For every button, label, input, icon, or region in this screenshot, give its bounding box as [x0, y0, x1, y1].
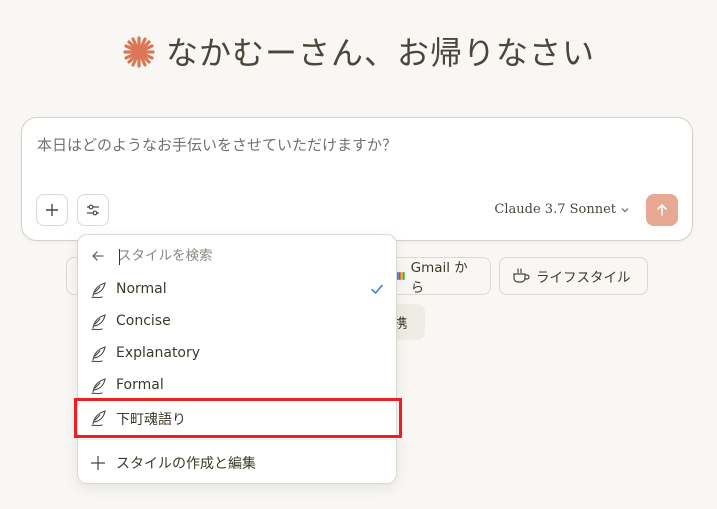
- sliders-icon: [87, 204, 99, 216]
- menu-divider: [78, 439, 396, 440]
- gmail-icon: [397, 272, 405, 280]
- model-selector[interactable]: Claude 3.7 Sonnet: [494, 202, 630, 217]
- composer-input[interactable]: 本日はどのようなお手伝いをさせていただけますか？: [37, 134, 397, 155]
- greeting-header: なかむーさん、お帰りなさい: [0, 28, 717, 74]
- style-item-explanatory[interactable]: Explanatory: [78, 339, 396, 369]
- style-search: [78, 241, 396, 271]
- greeting-text: なかむーさん、お帰りなさい: [165, 34, 595, 72]
- feather-pen-icon: [91, 314, 106, 331]
- annotation-highlight-box: [74, 398, 402, 438]
- plus-icon: [91, 456, 105, 470]
- chat-composer: 本日はどのようなお手伝いをさせていただけますか？ Claude 3.7 Sonn…: [21, 117, 693, 241]
- style-item-label: Explanatory: [116, 345, 201, 361]
- style-item-label: Normal: [116, 281, 167, 297]
- checkmark-icon: [371, 284, 383, 294]
- style-search-input[interactable]: [118, 244, 378, 268]
- chevron-down-icon: [621, 207, 629, 212]
- plus-icon: [46, 204, 58, 216]
- style-item-label: Formal: [116, 377, 164, 393]
- send-button[interactable]: [646, 194, 678, 226]
- attach-button[interactable]: [36, 194, 68, 226]
- coffee-cup-icon: [513, 268, 530, 283]
- style-item-concise[interactable]: Concise: [78, 307, 396, 337]
- style-item-normal[interactable]: Normal: [78, 275, 396, 305]
- model-label: Claude 3.7 Sonnet: [494, 202, 616, 217]
- style-menu: Normal Concise Explanatory: [77, 234, 397, 484]
- lifestyle-chip[interactable]: ライフスタイル: [499, 257, 648, 295]
- lifestyle-chip-label: ライフスタイル: [536, 270, 631, 286]
- arrow-left-icon[interactable]: [90, 248, 106, 264]
- arrow-up-icon: [657, 204, 667, 216]
- style-item-label: Concise: [116, 313, 171, 329]
- feather-pen-icon: [91, 378, 106, 395]
- create-edit-style-label: スタイルの作成と編集: [116, 456, 256, 472]
- create-edit-style-button[interactable]: スタイルの作成と編集: [78, 448, 396, 478]
- feather-pen-icon: [91, 282, 106, 299]
- style-settings-button[interactable]: [77, 194, 109, 226]
- gmail-chip-label: Gmail から: [410, 260, 468, 296]
- style-item-formal[interactable]: Formal: [78, 371, 396, 401]
- feather-pen-icon: [91, 346, 106, 363]
- claude-sparkle-icon: [123, 36, 155, 68]
